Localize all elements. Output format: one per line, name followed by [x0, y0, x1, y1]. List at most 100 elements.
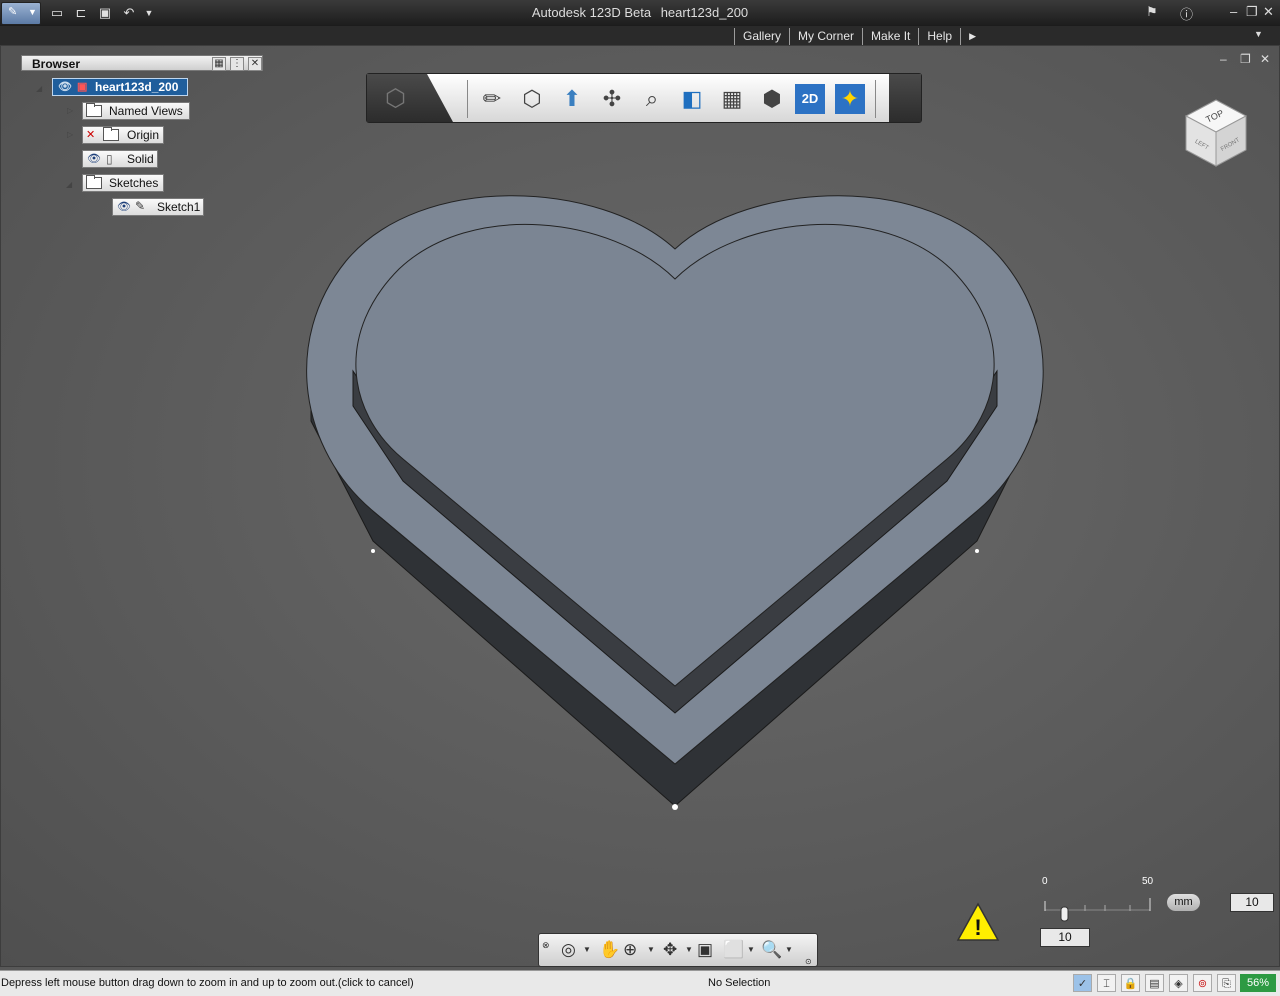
close-icon[interactable]: ✕: [248, 57, 262, 71]
status-message: Depress left mouse button drag down to z…: [1, 977, 414, 989]
look-at-icon[interactable]: ✥: [663, 940, 677, 960]
visibility-eye-icon[interactable]: 👁: [58, 80, 72, 93]
help-icon[interactable]: ⓘ: [1180, 4, 1193, 23]
close-icon[interactable]: ✕: [1263, 4, 1274, 20]
slider-handle[interactable]: [1060, 906, 1069, 922]
grid-value-field[interactable]: 10: [1230, 893, 1274, 912]
menu-item-help[interactable]: Help: [918, 28, 960, 45]
expand-arrow-icon[interactable]: ▷: [67, 130, 73, 139]
orbit-indicator-icon[interactable]: ⊚: [1193, 974, 1212, 992]
folder-icon: [86, 103, 102, 117]
display-icon[interactable]: ▤: [1145, 974, 1164, 992]
collapse-arrow-icon[interactable]: ◢: [66, 180, 72, 189]
document-name: heart123d_200: [660, 5, 749, 20]
fit-icon[interactable]: ▣: [697, 940, 713, 960]
visual-style-icon[interactable]: ◈: [1169, 974, 1188, 992]
pan-icon[interactable]: ✋: [599, 940, 620, 960]
toolbar-end-cap: [889, 74, 921, 122]
menu-dropdown-icon[interactable]: ▼: [1254, 29, 1263, 39]
svg-text:!: !: [974, 915, 981, 940]
3d-viewport[interactable]: [0, 45, 1280, 967]
viewport-close-icon[interactable]: ✕: [1260, 52, 1270, 66]
sketch-pencil-icon[interactable]: ✏: [477, 84, 507, 114]
unit-button[interactable]: mm: [1166, 893, 1201, 912]
nav-options-icon[interactable]: ⊙: [805, 952, 812, 972]
inspect-icon[interactable]: ⌕: [637, 84, 667, 114]
chevron-down-icon[interactable]: ▼: [747, 940, 755, 960]
navigation-bar: ⊗ ◎ ▼ ✋ ⊕ ▼ ✥ ▼ ▣ ⬜ ▼ 🔍 ▼ ⊙: [538, 933, 818, 967]
tree-item-label: Sketches: [109, 176, 159, 190]
sketch-icon: ✎: [135, 199, 146, 213]
primitive-box-icon[interactable]: ⬡: [517, 84, 547, 114]
selection-status: No Selection: [708, 977, 771, 989]
folder-icon: [86, 175, 102, 189]
close-icon[interactable]: ⊗: [542, 935, 550, 955]
vertex-point[interactable]: [371, 549, 375, 553]
ruler-max-label: 50: [1142, 876, 1154, 887]
minimize-icon[interactable]: –: [1230, 4, 1237, 19]
menu-item-gallery[interactable]: Gallery: [734, 28, 789, 45]
visibility-eye-icon[interactable]: 👁: [87, 152, 101, 165]
viewport-minimize-icon[interactable]: –: [1220, 52, 1227, 66]
tree-item-solid[interactable]: 👁 ▯ Solid: [82, 150, 158, 168]
visibility-hidden-icon[interactable]: ✕: [86, 128, 95, 141]
chevron-down-icon[interactable]: ▼: [685, 940, 693, 960]
viewcube-icon[interactable]: TOP LEFT FRONT: [1184, 96, 1248, 170]
cube-grid-icon: ⬡: [385, 85, 406, 112]
view-icon[interactable]: ⬜: [723, 940, 744, 960]
heart-model[interactable]: [1, 46, 1279, 966]
menu-item-make-it[interactable]: Make It: [862, 28, 918, 45]
viewcube[interactable]: TOP LEFT FRONT: [1184, 96, 1248, 167]
snap-icon[interactable]: ⌶: [1097, 974, 1116, 992]
select-icon[interactable]: ✓: [1073, 974, 1092, 992]
menu-bar: Gallery My Corner Make It Help ▶ ▼: [0, 26, 1280, 46]
ruler-min-label: 0: [1042, 876, 1048, 887]
tree-item-label: Solid: [127, 152, 154, 166]
grid-slider[interactable]: [1040, 895, 1160, 925]
pin-icon[interactable]: ⋮: [230, 57, 244, 71]
orbit-icon[interactable]: ◎: [561, 940, 576, 960]
tree-item-sketch1[interactable]: 👁 ✎ Sketch1: [112, 198, 204, 216]
group-icon[interactable]: ⬢: [757, 84, 787, 114]
snap-value-field[interactable]: 10: [1040, 928, 1090, 947]
menu-expand-icon[interactable]: ▶: [960, 28, 984, 45]
lock-icon[interactable]: 🔒: [1121, 974, 1140, 992]
heart-inner-face: [355, 224, 995, 687]
browser-title: Browser: [32, 57, 81, 71]
zoom-percentage: 56%: [1240, 974, 1276, 992]
calculator-icon[interactable]: ▦: [212, 57, 226, 71]
layout-icon[interactable]: ⎘: [1217, 974, 1236, 992]
combine-icon[interactable]: ◧: [677, 84, 707, 114]
viewport-restore-icon[interactable]: ❐: [1240, 52, 1251, 66]
chevron-down-icon[interactable]: ▼: [583, 940, 591, 960]
zoom-icon[interactable]: ⊕: [623, 940, 637, 960]
vertex-point[interactable]: [975, 549, 979, 553]
move-icon[interactable]: ✣: [597, 84, 627, 114]
tree-item-root[interactable]: 👁 ▣ heart123d_200: [52, 78, 188, 96]
tree-item-origin[interactable]: ✕ Origin: [82, 126, 164, 144]
status-bar: Depress left mouse button drag down to z…: [0, 970, 1280, 996]
expand-arrow-icon[interactable]: ▷: [67, 106, 73, 115]
restore-icon[interactable]: ❐: [1246, 4, 1258, 20]
2d-drawing-icon[interactable]: 2D: [795, 84, 825, 114]
warning-icon[interactable]: !: [956, 902, 1000, 945]
chevron-down-icon[interactable]: ▼: [785, 940, 793, 960]
toolbar-main-menu[interactable]: ⬡: [367, 74, 453, 122]
vertex-point[interactable]: [672, 804, 678, 810]
window-title: Autodesk 123D Beta heart123d_200: [0, 5, 1280, 20]
materials-icon[interactable]: ✦: [835, 84, 865, 114]
menu-item-my-corner[interactable]: My Corner: [789, 28, 862, 45]
cylinder-icon: ▯: [106, 152, 113, 166]
tree-item-sketches[interactable]: Sketches: [82, 174, 164, 192]
toolbar-separator: [467, 80, 468, 118]
tree-item-label: Named Views: [109, 104, 183, 118]
chevron-down-icon[interactable]: ▼: [647, 940, 655, 960]
app-name: Autodesk 123D Beta: [531, 5, 652, 20]
inspect-icon[interactable]: 🔍: [761, 940, 782, 960]
extrude-icon[interactable]: ⬆: [557, 84, 587, 114]
visibility-eye-icon[interactable]: 👁: [117, 200, 131, 213]
pattern-icon[interactable]: ▦: [717, 84, 747, 114]
collapse-arrow-icon[interactable]: ◢: [36, 84, 42, 93]
signal-icon[interactable]: ⚑: [1146, 4, 1158, 20]
tree-item-named-views[interactable]: Named Views: [82, 102, 190, 120]
